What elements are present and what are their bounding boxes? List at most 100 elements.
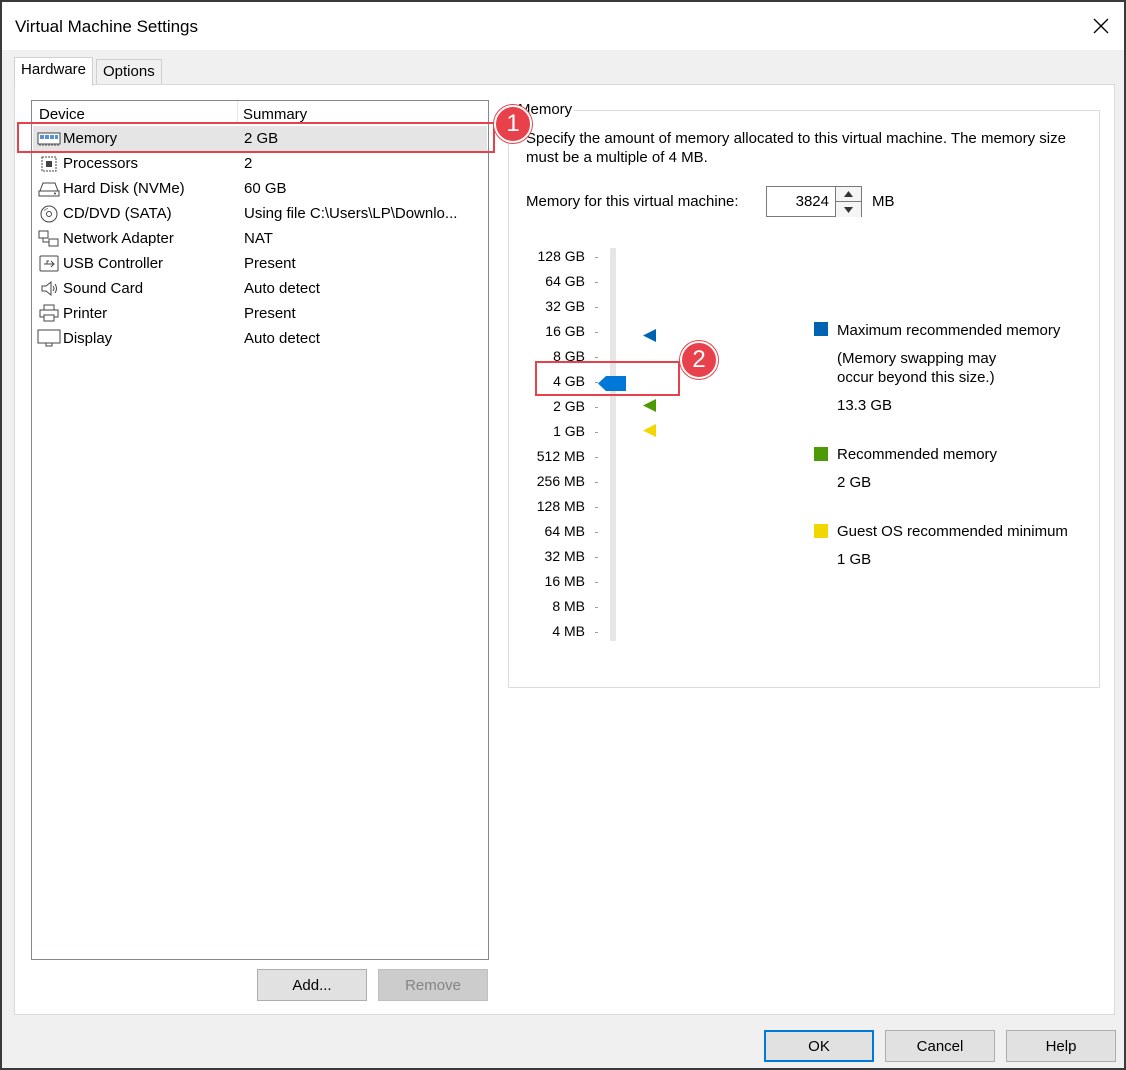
scale-label: 16 GB <box>545 323 585 339</box>
window-title: Virtual Machine Settings <box>15 17 199 36</box>
annotation-badge-2: 2 <box>680 341 718 379</box>
scale-tick <box>595 432 598 433</box>
printer-icon <box>39 304 59 322</box>
scale-tick <box>595 532 598 533</box>
device-summary: Using file C:\Users\LP\Downlo... <box>244 205 458 222</box>
scale-label: 8 MB <box>552 598 585 614</box>
device-name: Sound Card <box>63 280 144 297</box>
guest-minimum-value: 1 GB <box>837 551 872 568</box>
device-summary: 2 <box>244 155 253 172</box>
memory-spinner <box>836 186 862 217</box>
title-bar: Virtual Machine Settings <box>2 2 1124 50</box>
max-recommended-swatch <box>814 322 828 336</box>
device-column-header[interactable]: Device <box>39 106 85 123</box>
scale-label: 2 GB <box>553 398 585 414</box>
scale-label: 1 GB <box>553 423 585 439</box>
tab-options[interactable]: Options <box>96 59 162 85</box>
memory-field-label: Memory for this virtual machine: <box>526 193 739 210</box>
scale-tick <box>595 332 598 333</box>
device-row-sound-card[interactable]: Sound Card Auto detect <box>33 276 487 301</box>
device-name: Network Adapter <box>63 230 174 247</box>
device-list-header: Device Summary <box>32 101 488 123</box>
recommended-marker-icon <box>643 399 656 412</box>
device-row-network-adapter[interactable]: Network Adapter NAT <box>33 226 487 251</box>
scale-label: 32 MB <box>544 548 585 564</box>
device-row-display[interactable]: Display Auto detect <box>33 326 487 351</box>
scale-label: 128 MB <box>536 498 585 514</box>
memory-size-input[interactable] <box>766 186 836 217</box>
annotation-box-memory-row <box>17 122 495 153</box>
scale-tick <box>595 407 598 408</box>
device-row-usb-controller[interactable]: USB Controller Present <box>33 251 487 276</box>
monitor-icon <box>37 329 61 347</box>
scale-tick <box>595 632 598 633</box>
memory-decrement-button[interactable] <box>836 202 861 217</box>
device-summary: Auto detect <box>244 330 320 347</box>
device-name: Hard Disk (NVMe) <box>63 180 185 197</box>
summary-column-header[interactable]: Summary <box>243 106 307 123</box>
guest-minimum-label: Guest OS recommended minimum <box>837 523 1068 540</box>
scale-tick <box>595 357 598 358</box>
scale-label: 512 MB <box>536 448 585 464</box>
scale-label: 64 GB <box>545 273 585 289</box>
scale-tick <box>595 607 598 608</box>
memory-description: Specify the amount of memory allocated t… <box>526 130 1066 166</box>
memory-increment-button[interactable] <box>836 187 861 202</box>
cd-dvd-icon <box>40 205 58 223</box>
device-name: CD/DVD (SATA) <box>63 205 172 222</box>
memory-unit-label: MB <box>872 193 895 210</box>
scale-tick <box>595 307 598 308</box>
scale-tick <box>595 507 598 508</box>
caret-down-icon <box>844 206 853 213</box>
column-separator[interactable] <box>237 101 238 123</box>
scale-label: 128 GB <box>537 248 585 264</box>
help-button[interactable]: Help <box>1006 1030 1116 1062</box>
scale-tick <box>595 257 598 258</box>
processor-icon <box>41 156 57 172</box>
scale-label: 4 MB <box>552 623 585 639</box>
usb-icon <box>39 255 59 272</box>
guest-minimum-marker-icon <box>643 424 656 437</box>
scale-label: 256 MB <box>536 473 585 489</box>
scale-tick <box>595 457 598 458</box>
max-recommended-note: (Memory swapping may occur beyond this s… <box>837 350 997 386</box>
scale-tick <box>595 482 598 483</box>
guest-minimum-swatch <box>814 524 828 538</box>
scale-label: 16 MB <box>544 573 585 589</box>
cancel-button[interactable]: Cancel <box>885 1030 995 1062</box>
memory-slider-track[interactable] <box>610 248 616 641</box>
max-recommended-marker-icon <box>643 329 656 342</box>
hard-disk-icon <box>38 182 60 197</box>
tab-hardware[interactable]: Hardware <box>14 57 94 86</box>
device-summary: Present <box>244 305 296 322</box>
scale-tick <box>595 557 598 558</box>
caret-up-icon <box>844 191 853 197</box>
device-name: Processors <box>63 155 139 172</box>
scale-label: 64 MB <box>544 523 585 539</box>
device-summary: NAT <box>244 230 273 247</box>
scale-tick <box>595 582 598 583</box>
device-row-hard-disk[interactable]: Hard Disk (NVMe) 60 GB <box>33 176 487 201</box>
device-row-printer[interactable]: Printer Present <box>33 301 487 326</box>
device-row-cd-dvd[interactable]: CD/DVD (SATA) Using file C:\Users\LP\Dow… <box>33 201 487 226</box>
device-name: Display <box>63 330 113 347</box>
max-recommended-value: 13.3 GB <box>837 397 893 414</box>
ok-button[interactable]: OK <box>764 1030 874 1062</box>
annotation-badge-1: 1 <box>494 105 532 143</box>
scale-label: 32 GB <box>545 298 585 314</box>
device-summary: 60 GB <box>244 180 287 197</box>
device-summary: Auto detect <box>244 280 320 297</box>
recommended-swatch <box>814 447 828 461</box>
recommended-label: Recommended memory <box>837 446 998 463</box>
scale-tick <box>595 282 598 283</box>
close-icon <box>1093 18 1109 34</box>
recommended-value: 2 GB <box>837 474 872 491</box>
close-button[interactable] <box>1084 10 1118 42</box>
device-row-processors[interactable]: Processors 2 <box>33 151 487 176</box>
add-device-button[interactable]: Add... <box>257 969 367 1001</box>
device-name: Printer <box>63 305 108 322</box>
device-summary: Present <box>244 255 296 272</box>
remove-device-button[interactable]: Remove <box>378 969 488 1001</box>
vm-settings-window: Virtual Machine Settings Hardware Option… <box>0 0 1126 1070</box>
max-recommended-label: Maximum recommended memory <box>837 322 1061 339</box>
